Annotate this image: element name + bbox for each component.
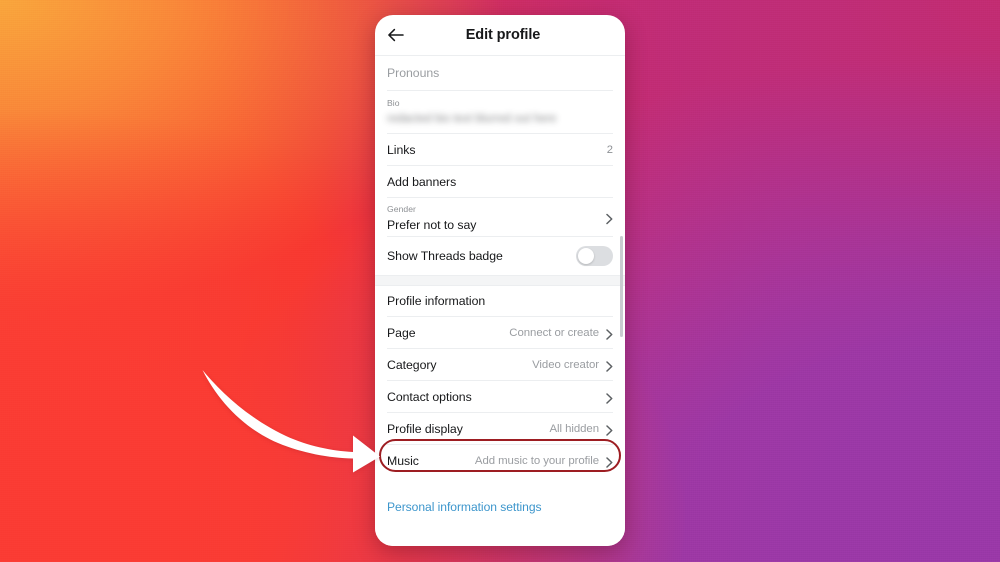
row-contact-options[interactable]: Contact options — [375, 381, 625, 412]
row-bio-value: redacted bio text blurred out here — [387, 113, 557, 125]
chevron-right-icon — [606, 391, 613, 404]
app-header: Edit profile — [375, 15, 625, 56]
phone-screen-card: Edit profile Pronouns Bio redacted bio t… — [375, 15, 625, 546]
chevron-right-icon — [606, 455, 613, 468]
row-profile-display-value: All hidden — [549, 422, 599, 435]
threads-badge-toggle[interactable] — [576, 246, 613, 266]
personal-information-settings-link[interactable]: Personal information settings — [387, 500, 542, 514]
row-bio-caption: Bio — [387, 98, 400, 108]
row-add-banners-label: Add banners — [387, 174, 457, 189]
screenshot-root: Edit profile Pronouns Bio redacted bio t… — [0, 0, 1000, 562]
row-show-threads-badge[interactable]: Show Threads badge — [375, 237, 625, 275]
row-profile-information-label: Profile information — [387, 294, 486, 308]
row-page-label: Page — [387, 325, 416, 340]
row-gender[interactable]: Gender Prefer not to say — [375, 198, 625, 236]
row-category-label: Category — [387, 357, 437, 372]
row-category-value: Video creator — [532, 358, 599, 371]
row-profile-display[interactable]: Profile display All hidden — [375, 413, 625, 444]
vertical-scrollbar[interactable] — [619, 236, 623, 337]
chevron-right-icon — [606, 327, 613, 340]
row-profile-display-label: Profile display — [387, 421, 463, 436]
row-music-label: Music — [387, 453, 419, 468]
row-links-count: 2 — [606, 143, 613, 156]
row-contact-options-label: Contact options — [387, 389, 472, 404]
row-pronouns-label: Pronouns — [387, 66, 440, 80]
chevron-right-icon — [606, 423, 613, 436]
row-bio[interactable]: Bio redacted bio text blurred out here — [375, 91, 625, 133]
section-separator — [375, 275, 625, 286]
row-page[interactable]: Page Connect or create — [375, 317, 625, 348]
toggle-knob — [577, 247, 595, 265]
row-music[interactable]: Music Add music to your profile — [375, 438, 625, 476]
row-music-value: Add music to your profile — [474, 454, 599, 467]
chevron-right-icon — [606, 359, 613, 372]
row-gender-caption: Gender — [387, 204, 416, 214]
row-links[interactable]: Links 2 — [375, 134, 625, 165]
row-page-value: Connect or create — [509, 326, 599, 339]
row-profile-information[interactable]: Profile information — [375, 286, 625, 316]
row-pronouns[interactable]: Pronouns — [375, 56, 625, 90]
personal-information-settings-link-row[interactable]: Personal information settings — [375, 494, 625, 520]
row-links-label: Links — [387, 142, 416, 157]
page-title: Edit profile — [465, 27, 541, 43]
row-category[interactable]: Category Video creator — [375, 349, 625, 380]
settings-scroll-area[interactable]: Pronouns Bio redacted bio text blurred o… — [375, 56, 625, 546]
row-add-banners[interactable]: Add banners — [375, 166, 625, 197]
row-gender-value: Prefer not to say — [387, 218, 477, 232]
row-show-threads-badge-label: Show Threads badge — [387, 249, 503, 263]
chevron-right-icon — [606, 212, 613, 225]
